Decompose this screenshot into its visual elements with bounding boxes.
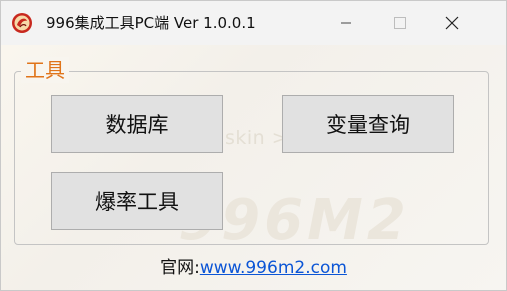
maximize-button[interactable] [377,1,423,45]
app-window: 996集成工具PC端 Ver 1.0.0.1 skin > 996M2 工具 数… [0,0,507,291]
database-button[interactable]: 数据库 [51,95,223,153]
maximize-icon [394,17,406,29]
close-icon [445,16,459,30]
minimize-button[interactable] [323,1,369,45]
footer: 官网:www.996m2.com [1,257,506,279]
drop-rate-tool-button[interactable]: 爆率工具 [51,172,223,230]
title-bar[interactable]: 996集成工具PC端 Ver 1.0.0.1 [1,1,506,45]
window-title: 996集成工具PC端 Ver 1.0.0.1 [46,14,256,32]
minimize-icon [341,22,351,24]
variable-query-button[interactable]: 变量查询 [282,95,454,153]
app-logo-icon [12,13,32,33]
website-link[interactable]: www.996m2.com [200,258,347,278]
close-button[interactable] [429,1,475,45]
website-label: 官网: [160,258,200,278]
tools-group-title: 工具 [21,57,69,83]
